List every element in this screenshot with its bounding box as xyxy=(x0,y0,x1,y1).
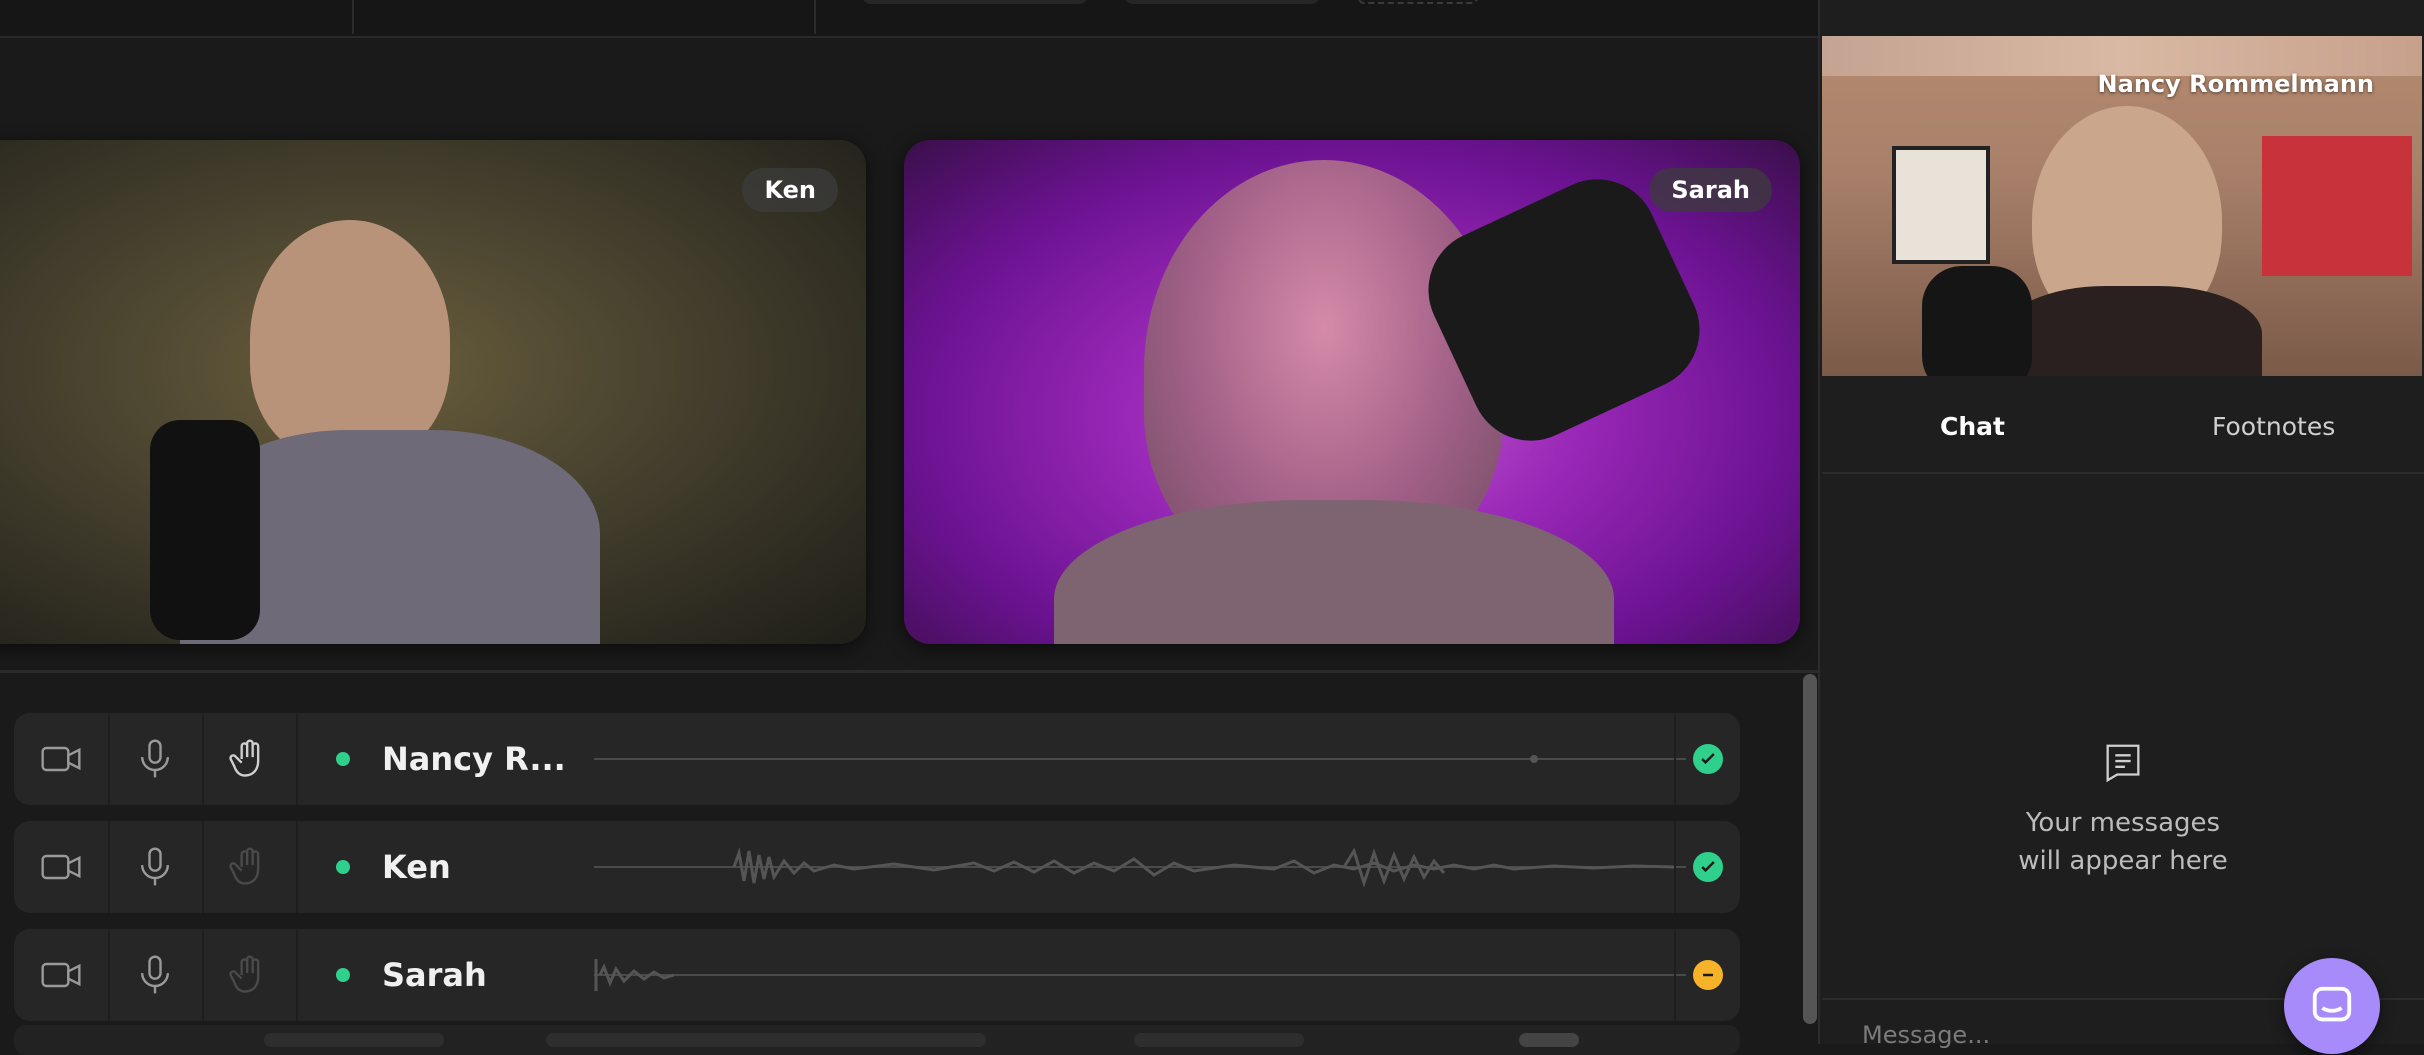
microphone xyxy=(1922,266,2032,376)
status-cell xyxy=(1674,929,1740,1021)
footer-control[interactable] xyxy=(264,1033,444,1047)
participant-video xyxy=(2002,286,2262,376)
support-chat-launcher[interactable] xyxy=(2284,958,2380,1054)
participant-video xyxy=(250,220,450,460)
message-input[interactable] xyxy=(1860,1020,2264,1050)
chat-bubble-icon xyxy=(2312,986,2352,1022)
ready-status-icon xyxy=(1693,744,1723,774)
video-camera-icon xyxy=(41,962,81,988)
raise-hand-button[interactable] xyxy=(202,713,298,805)
raise-hand-button[interactable] xyxy=(202,929,298,1021)
participant-list: Nancy R... Ken Sarah xyxy=(0,670,1818,1055)
right-sidebar: Nancy Rommelmann Chat Footnotes Your mes… xyxy=(1818,0,2424,1050)
video-stage: Ken Sarah xyxy=(0,38,1818,668)
video-camera-icon xyxy=(41,746,81,772)
microphone-icon xyxy=(140,739,170,778)
participant-list-scrollbar[interactable] xyxy=(1803,674,1817,1024)
status-cell xyxy=(1674,713,1740,805)
microphone-icon xyxy=(140,955,170,994)
away-status-icon xyxy=(1693,960,1723,990)
online-indicator xyxy=(336,968,350,982)
mic-toggle[interactable] xyxy=(108,821,204,913)
list-footer xyxy=(14,1025,1740,1055)
top-toolbar xyxy=(0,0,1818,38)
video-tile-ken[interactable]: Ken xyxy=(0,140,866,644)
footer-control[interactable] xyxy=(1134,1033,1304,1047)
toolbar-add-slot[interactable] xyxy=(1358,0,1478,4)
hand-icon xyxy=(229,955,260,993)
participant-row: Ken xyxy=(14,821,1740,913)
toolbar-divider xyxy=(352,0,354,34)
camera-toggle[interactable] xyxy=(14,821,110,913)
audio-waveform xyxy=(594,847,1686,887)
tab-chat[interactable]: Chat xyxy=(1940,380,2005,472)
name-badge: Sarah xyxy=(1649,168,1772,212)
microphone xyxy=(150,420,260,640)
status-cell xyxy=(1674,821,1740,913)
mic-toggle[interactable] xyxy=(108,713,204,805)
online-indicator xyxy=(336,752,350,766)
camera-toggle[interactable] xyxy=(14,713,110,805)
microphone-icon xyxy=(140,847,170,886)
audio-waveform xyxy=(594,959,1686,991)
video-camera-icon xyxy=(41,854,81,880)
participant-name: Ken xyxy=(382,848,451,886)
raise-hand-button[interactable] xyxy=(202,821,298,913)
message-icon xyxy=(2106,744,2140,783)
camera-toggle[interactable] xyxy=(14,929,110,1021)
footer-control[interactable] xyxy=(1519,1033,1579,1047)
self-name-label: Nancy Rommelmann xyxy=(2097,70,2374,98)
chat-empty-state: Your messages will appear here xyxy=(1820,740,2424,880)
video-tile-sarah[interactable]: Sarah xyxy=(904,140,1800,644)
empty-state-line: Your messages xyxy=(2025,808,2221,838)
wall-poster xyxy=(2262,136,2412,276)
name-badge: Ken xyxy=(742,168,838,212)
self-video-tile[interactable]: Nancy Rommelmann xyxy=(1822,36,2422,376)
ready-status-icon xyxy=(1693,852,1723,882)
empty-state-line: will appear here xyxy=(2018,846,2228,876)
participant-video xyxy=(1054,500,1614,644)
participant-row: Nancy R... xyxy=(14,713,1740,805)
participant-name: Sarah xyxy=(382,956,487,994)
toolbar-button[interactable] xyxy=(862,0,1088,4)
mic-toggle[interactable] xyxy=(108,929,204,1021)
participant-row: Sarah xyxy=(14,929,1740,1021)
footer-control[interactable] xyxy=(546,1033,986,1047)
sidebar-tabs: Chat Footnotes xyxy=(1822,380,2424,474)
hand-icon xyxy=(229,739,260,777)
hand-icon xyxy=(229,847,260,885)
tab-footnotes[interactable]: Footnotes xyxy=(2212,380,2335,472)
toolbar-divider xyxy=(814,0,816,34)
audio-waveform xyxy=(594,755,1686,763)
toolbar-button[interactable] xyxy=(1124,0,1320,4)
participant-name: Nancy R... xyxy=(382,740,566,778)
wall-picture xyxy=(1892,146,1990,264)
online-indicator xyxy=(336,860,350,874)
